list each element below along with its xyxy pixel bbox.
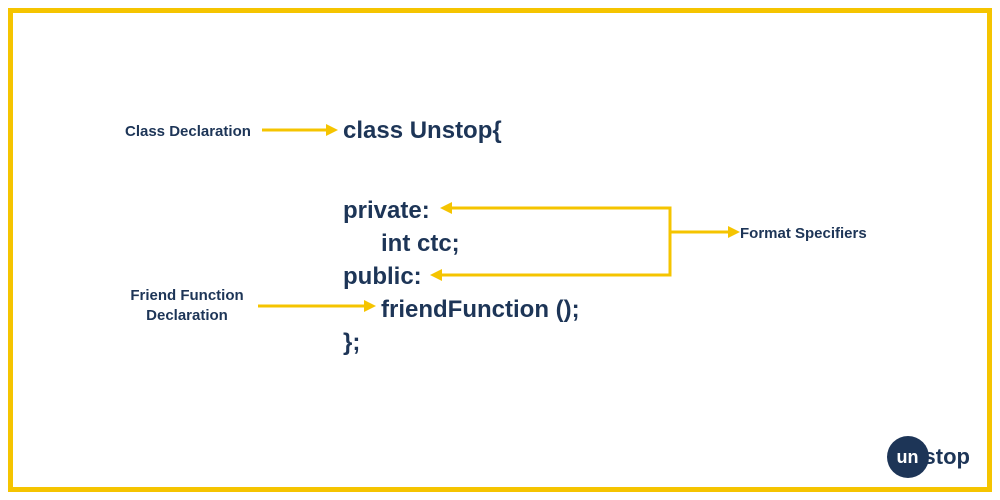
code-line-6: }; bbox=[343, 327, 360, 358]
label-friend-function-l2: Declaration bbox=[122, 306, 252, 326]
label-friend-function-declaration: Friend Function Declaration bbox=[122, 286, 252, 325]
logo-circle-text: un bbox=[897, 447, 919, 468]
logo-circle: un bbox=[887, 436, 929, 478]
label-class-declaration: Class Declaration bbox=[125, 122, 251, 142]
arrow-friend-function bbox=[258, 298, 376, 314]
logo: un stop bbox=[887, 436, 970, 478]
label-format-specifiers: Format Specifiers bbox=[740, 224, 867, 244]
code-line-2: private: bbox=[343, 195, 430, 226]
arrow-class-declaration bbox=[262, 122, 338, 138]
code-line-4: public: bbox=[343, 261, 422, 292]
code-line-1: class Unstop{ bbox=[343, 115, 502, 146]
logo-text: stop bbox=[924, 444, 970, 470]
code-line-5: friendFunction (); bbox=[343, 294, 580, 325]
label-friend-function-l1: Friend Function bbox=[122, 286, 252, 306]
arrow-public-to-format bbox=[430, 227, 680, 285]
